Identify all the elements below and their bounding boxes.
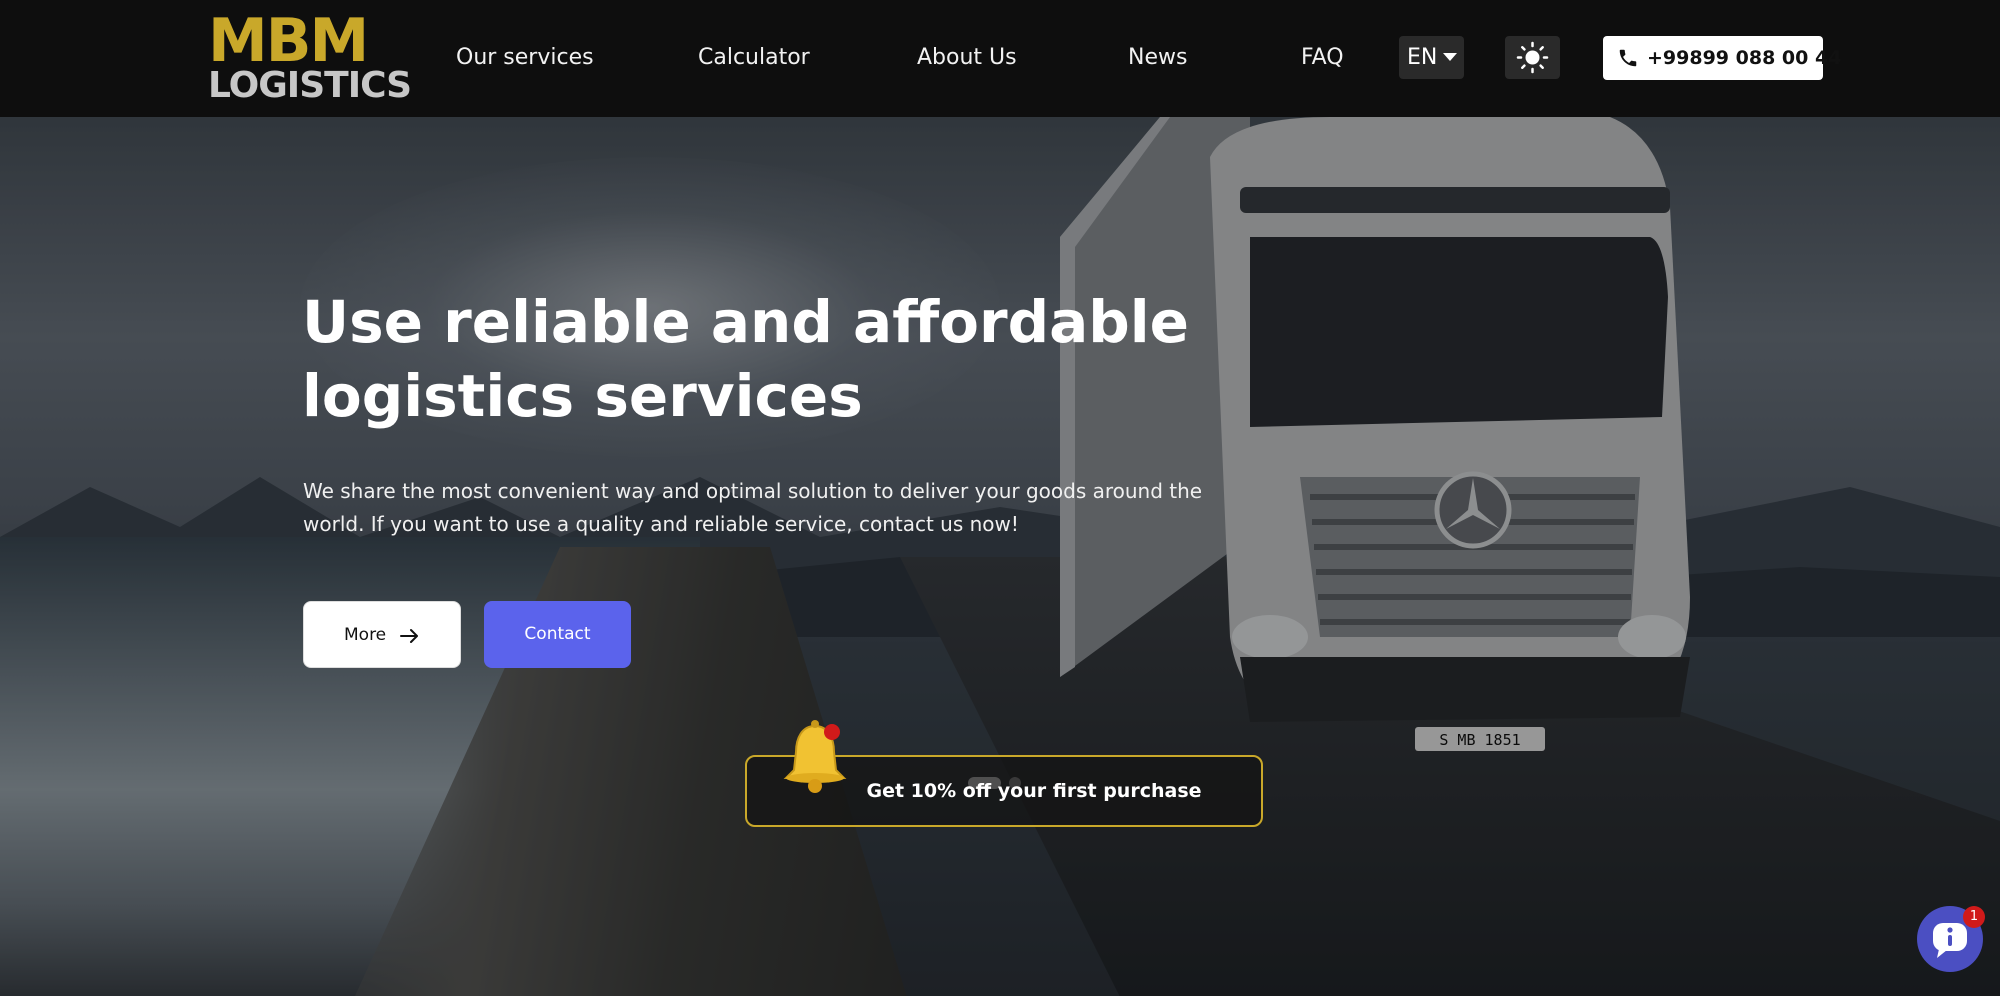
sun-icon bbox=[1516, 41, 1549, 74]
nav-news[interactable]: News bbox=[1128, 44, 1187, 72]
more-button[interactable]: More bbox=[303, 601, 461, 668]
theme-toggle-button[interactable] bbox=[1505, 36, 1560, 79]
hero-banner: S MB 1851 Use reliable and affordable lo… bbox=[0, 117, 2000, 996]
brand-logo[interactable]: MBM LOGISTICS bbox=[208, 6, 412, 104]
chevron-down-icon bbox=[1443, 53, 1457, 61]
logo-mbm: MBM bbox=[208, 6, 369, 76]
arrow-right-icon bbox=[400, 629, 418, 643]
phone-number: +99899 088 00 44 bbox=[1647, 47, 1842, 69]
nav-about-us[interactable]: About Us bbox=[917, 44, 1017, 72]
language-selector[interactable]: EN bbox=[1399, 36, 1464, 79]
hero-subtitle: We share the most convenient way and opt… bbox=[303, 479, 1203, 536]
contact-button[interactable]: Contact bbox=[484, 601, 631, 668]
bell-icon bbox=[783, 720, 847, 793]
chat-unread-badge: 1 bbox=[1963, 906, 1985, 928]
language-label: EN bbox=[1407, 45, 1438, 70]
logo-logistics: LOGISTICS bbox=[208, 65, 412, 106]
site-header: MBM LOGISTICS Our services Calculator Ab… bbox=[0, 0, 2000, 117]
nav-our-services[interactable]: Our services bbox=[456, 44, 594, 72]
more-button-label: More bbox=[344, 625, 387, 645]
nav-calculator[interactable]: Calculator bbox=[698, 44, 810, 72]
phone-icon bbox=[1619, 49, 1637, 67]
nav-faq[interactable]: FAQ bbox=[1301, 44, 1344, 72]
hero-dark-overlay bbox=[0, 117, 2000, 996]
phone-button[interactable]: +99899 088 00 44 bbox=[1603, 36, 1841, 80]
hero-title: Use reliable and affordable logistics se… bbox=[302, 288, 1190, 430]
